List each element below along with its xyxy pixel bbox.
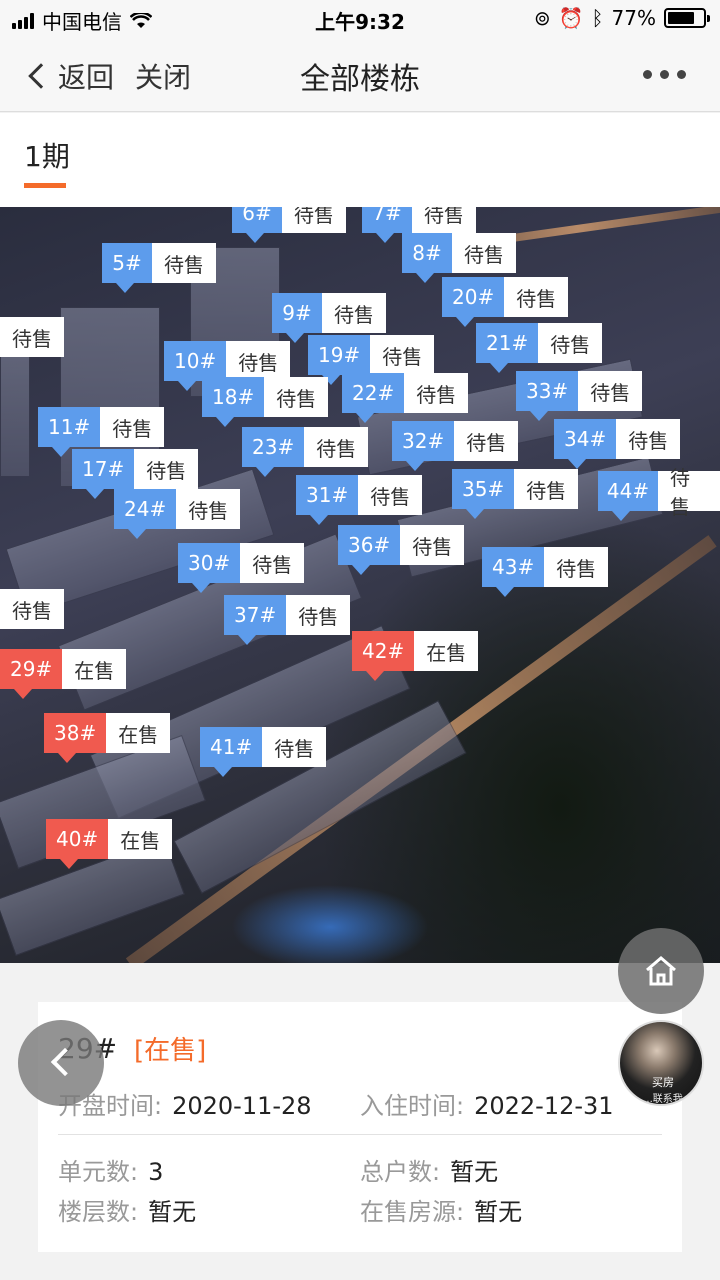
home-button[interactable] [618, 928, 704, 1014]
building-pin[interactable]: 37# 待售 [224, 595, 351, 645]
status-bar: 中国电信 上午9:32 ⊚ ⏰ ᛒ 77% [0, 0, 720, 36]
building-pin[interactable]: 23# 待售 [242, 427, 369, 477]
building-pin[interactable]: 8# 待售 [402, 233, 516, 283]
building-pin[interactable]: 待售 [0, 589, 64, 629]
tab-phase-1[interactable]: 1期 [24, 135, 70, 175]
building-pin[interactable]: 38# 在售 [44, 713, 171, 763]
building-pin[interactable]: 6# 待售 [232, 207, 346, 243]
battery-icon [664, 8, 710, 28]
building-pin[interactable]: 24# 待售 [114, 489, 241, 539]
building-pin[interactable]: 9# 待售 [272, 293, 386, 343]
building-pin[interactable]: 18# 待售 [202, 377, 329, 427]
available-units-row: 在售房源: 暂无 [360, 1198, 523, 1226]
chevron-left-icon [50, 1047, 80, 1077]
site-map[interactable]: 6# 待售 7# 待售 5# 待售 8# 待售 待售 9# 待售 20# 待售 10# 待售 … [0, 207, 720, 963]
more-menu-button[interactable] [643, 70, 686, 79]
building-pin[interactable]: 40# 在售 [46, 819, 173, 869]
building-pin[interactable]: 17# 待售 [72, 449, 199, 499]
building-pin[interactable]: 35# 待售 [452, 469, 579, 519]
building-pin[interactable]: 33# 待售 [516, 371, 643, 421]
home-icon [646, 956, 676, 986]
rotation-lock-icon: ⊚ [533, 6, 551, 30]
building-pin[interactable]: 19# 待售 [308, 335, 435, 385]
bluetooth-icon: ᛒ [591, 6, 604, 30]
households-row: 总户数: 暂无 [360, 1158, 499, 1186]
building-detail-card: 29# [在售] 开盘时间:2020-11-28 入住时间:2022-12-31… [38, 1002, 682, 1252]
building-pin[interactable]: 34# 待售 [554, 419, 681, 469]
building-pin[interactable]: 11# 待售 [38, 407, 165, 457]
units-row: 单元数: 3 [58, 1158, 164, 1186]
building-pin[interactable]: 20# 待售 [442, 277, 569, 327]
agent-avatar[interactable]: 买房 ...联系我 [618, 1020, 704, 1106]
building-pin[interactable]: 待售 [0, 317, 64, 357]
building-pin[interactable]: 32# 待售 [392, 421, 519, 471]
building-block [0, 347, 30, 477]
building-pin[interactable]: 41# 待售 [200, 727, 327, 777]
building-pin[interactable]: 29# 在售 [0, 649, 127, 699]
building-pin[interactable]: 36# 待售 [338, 525, 465, 575]
open-date-row: 开盘时间: 2020-11-28 [58, 1092, 312, 1120]
tab-active-indicator [24, 183, 66, 188]
floating-back-button[interactable] [18, 1020, 104, 1106]
phase-tabs: 1期 [0, 113, 720, 207]
nav-bar: 返回 关闭 全部楼栋 [0, 36, 720, 112]
building-pin[interactable]: 7# 待售 [362, 207, 476, 243]
building-pin[interactable]: 44# 待售 [598, 466, 720, 521]
building-pin[interactable]: 43# 待售 [482, 547, 609, 597]
page-title: 全部楼栋 [300, 62, 420, 97]
building-pin[interactable]: 21# 待售 [476, 323, 603, 373]
move-in-date-row: 入住时间: 2022-12-31 [360, 1092, 614, 1120]
building-pin[interactable]: 10# 待售 [164, 341, 291, 391]
battery-percent: 77% [611, 6, 656, 30]
divider [58, 1134, 662, 1135]
floors-row: 楼层数: 暂无 [58, 1198, 197, 1226]
building-pin[interactable]: 22# 待售 [342, 373, 469, 423]
alarm-icon: ⏰ [558, 6, 584, 30]
building-pin[interactable]: 5# 待售 [102, 243, 216, 293]
building-pin[interactable]: 30# 待售 [178, 543, 305, 593]
sale-status: [在售] [134, 1036, 207, 1066]
building-pin[interactable]: 31# 待售 [296, 475, 423, 525]
building-pin[interactable]: 42# 在售 [352, 631, 479, 681]
